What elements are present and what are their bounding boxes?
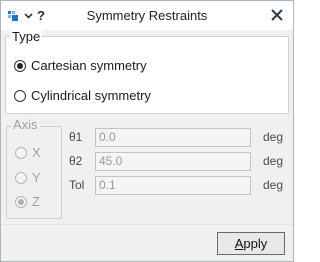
radio-axis-z[interactable]: Z (15, 194, 40, 209)
tol-unit: deg (263, 178, 284, 192)
theta1-input[interactable]: 0.0 (95, 128, 251, 147)
radio-cartesian-symmetry[interactable]: Cartesian symmetry (14, 58, 147, 73)
radio-label: Y (32, 170, 41, 185)
radio-button-icon[interactable] (15, 195, 27, 208)
symmetry-restraints-dialog: ? Symmetry Restraints Type Cartesian sym… (0, 0, 294, 262)
radio-label: Cartesian symmetry (31, 58, 147, 73)
theta2-unit: deg (263, 154, 284, 168)
axis-group-legend: Axis (11, 117, 40, 132)
window-title: Symmetry Restraints (86, 8, 208, 23)
theta1-label: θ1 (69, 130, 83, 144)
radio-label: X (32, 145, 41, 160)
radio-button-icon[interactable] (15, 146, 27, 159)
radio-button-icon[interactable] (14, 59, 26, 72)
radio-label: Cylindrical symmetry (31, 88, 151, 103)
apply-label-rest: pply (243, 236, 268, 251)
radio-axis-x[interactable]: X (15, 145, 41, 160)
footer-divider (1, 224, 293, 225)
tol-input[interactable]: 0.1 (95, 176, 251, 195)
theta2-label: θ2 (69, 154, 83, 168)
radio-button-icon[interactable] (15, 171, 27, 184)
title-bar: ? Symmetry Restraints (1, 1, 293, 30)
tol-label: Tol (69, 178, 85, 192)
theta1-unit: deg (263, 130, 284, 144)
theta2-input[interactable]: 45.0 (95, 152, 251, 171)
radio-axis-y[interactable]: Y (15, 170, 41, 185)
apply-button[interactable]: Apply (217, 232, 285, 255)
close-icon[interactable] (269, 7, 285, 23)
radio-button-icon[interactable] (14, 89, 26, 102)
radio-label: Z (32, 194, 40, 209)
type-group-legend: Type (10, 29, 43, 45)
radio-cylindrical-symmetry[interactable]: Cylindrical symmetry (14, 88, 151, 103)
